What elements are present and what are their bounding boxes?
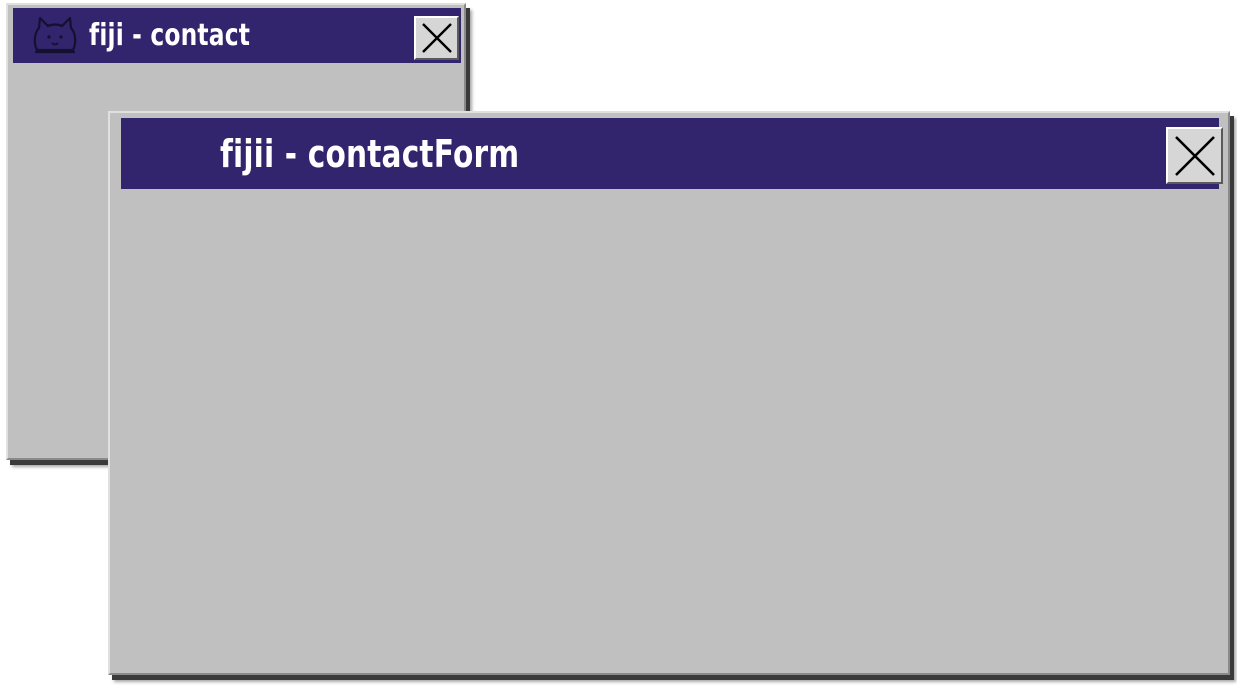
contactform-window: fijii - contactForm bbox=[108, 111, 1230, 675]
contact-window-titlebar[interactable]: fiji - contact bbox=[13, 8, 461, 63]
contactform-window-title: fijii - contactForm bbox=[220, 131, 520, 176]
cat-icon bbox=[31, 16, 79, 56]
close-icon bbox=[420, 21, 454, 55]
close-icon bbox=[1173, 134, 1217, 178]
contactform-window-close-button[interactable] bbox=[1166, 127, 1223, 184]
contactform-window-titlebar[interactable]: fijii - contactForm bbox=[121, 118, 1223, 189]
contact-window-title: fiji - contact bbox=[89, 18, 251, 53]
contact-window-close-button[interactable] bbox=[414, 16, 459, 60]
